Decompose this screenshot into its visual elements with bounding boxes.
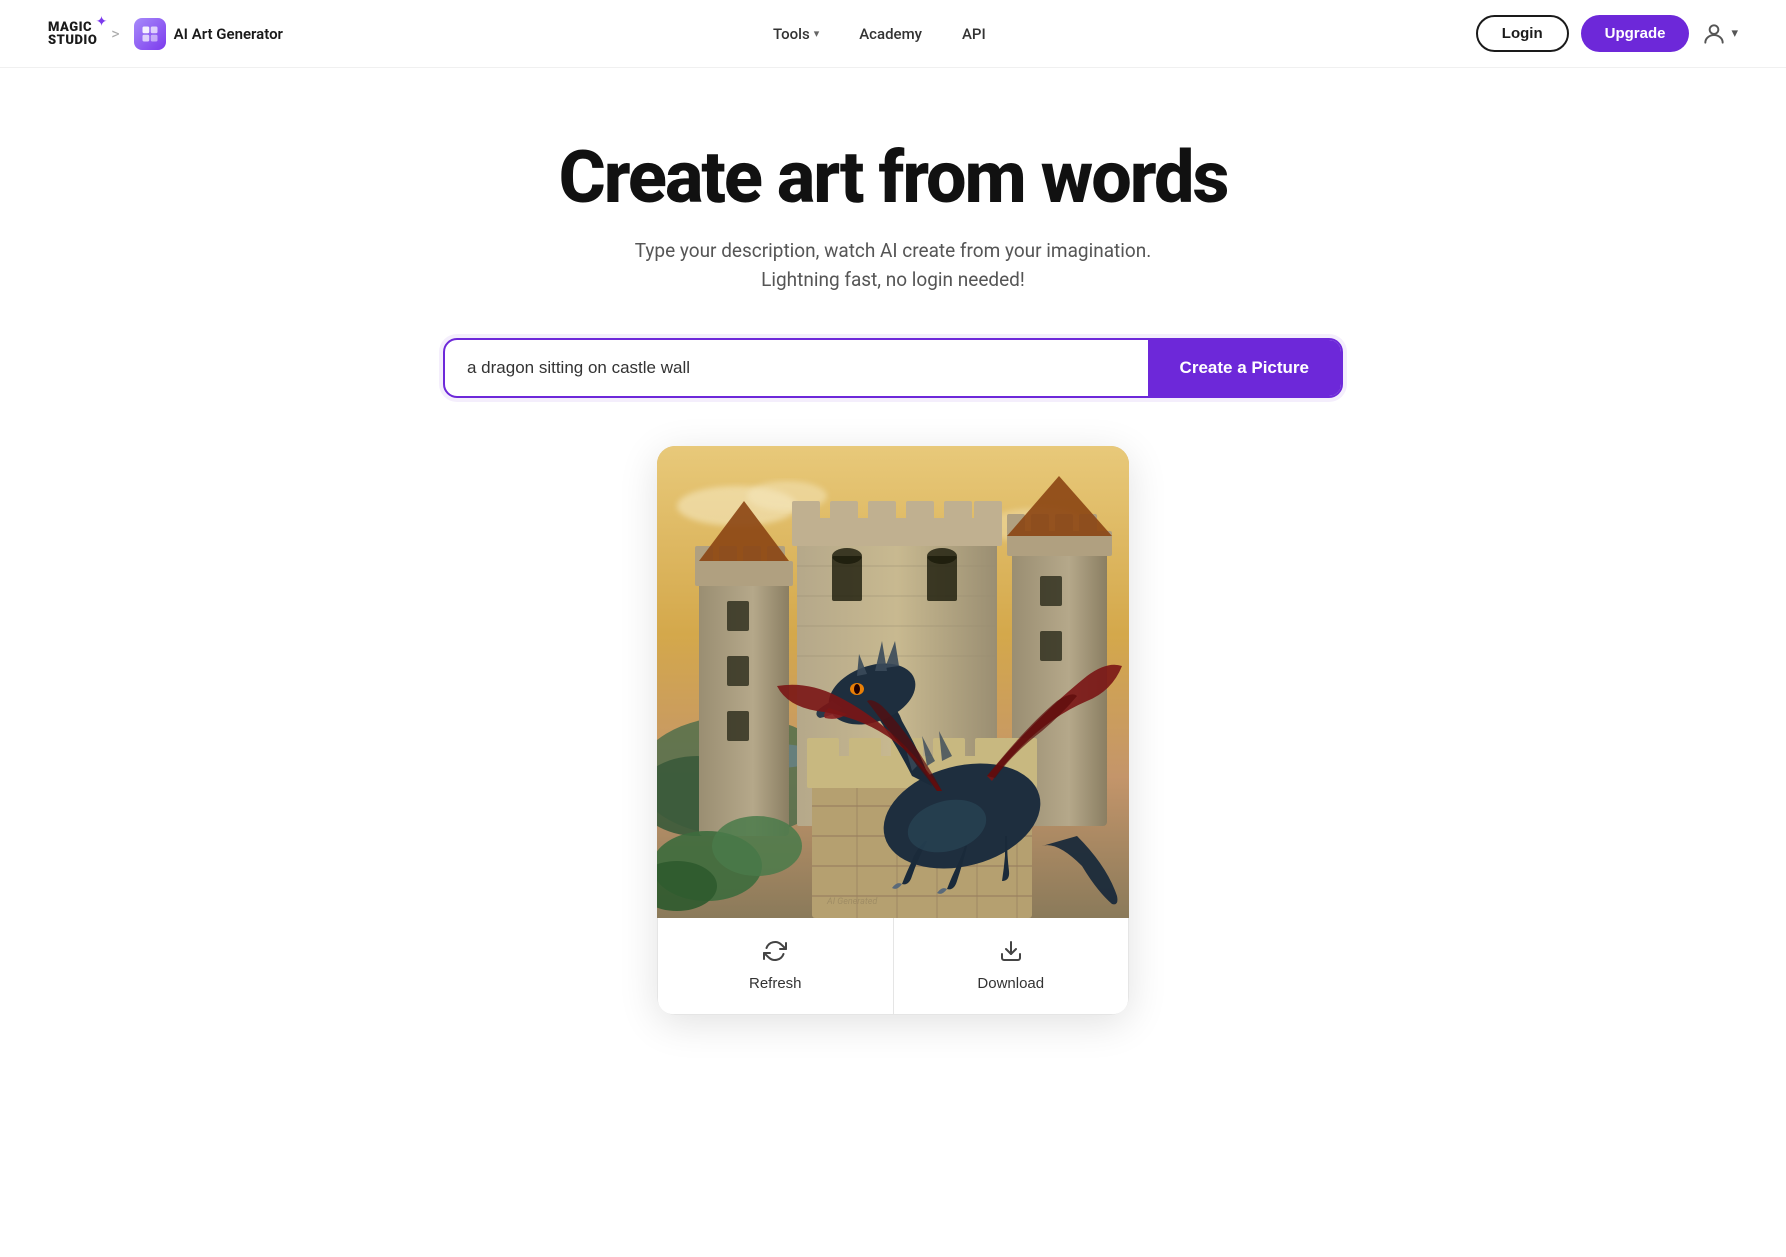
logo-text: MAGIC — [48, 21, 97, 34]
user-menu[interactable]: ▾ — [1701, 21, 1738, 47]
prompt-container: Create a Picture — [443, 338, 1343, 398]
create-picture-button[interactable]: Create a Picture — [1148, 340, 1341, 396]
action-buttons: Refresh Download — [657, 916, 1129, 1015]
upgrade-button[interactable]: Upgrade — [1581, 15, 1690, 52]
login-button[interactable]: Login — [1476, 15, 1569, 52]
chevron-down-icon: ▾ — [814, 27, 820, 40]
download-label: Download — [977, 975, 1044, 992]
page-subtitle: Type your description, watch AI create f… — [635, 237, 1151, 294]
tool-icon — [134, 18, 166, 50]
download-icon — [999, 939, 1023, 969]
nav-tools[interactable]: Tools ▾ — [757, 17, 835, 51]
main-content: Create art from words Type your descript… — [0, 68, 1786, 1015]
refresh-button[interactable]: Refresh — [658, 917, 894, 1014]
logo-star-icon: ✦ — [96, 15, 108, 29]
generated-image-wrapper: AI Generated Refresh — [657, 446, 1129, 1015]
header-left: MAGIC STUDIO ✦ > AI Art Generator — [48, 18, 283, 50]
refresh-label: Refresh — [749, 975, 802, 992]
logo[interactable]: MAGIC STUDIO ✦ — [48, 21, 97, 47]
user-chevron-icon: ▾ — [1731, 26, 1738, 41]
tool-name: AI Art Generator — [174, 25, 283, 43]
svg-text:AI Generated: AI Generated — [826, 897, 878, 907]
page-title: Create art from words — [559, 138, 1228, 217]
nav-academy[interactable]: Academy — [843, 17, 938, 51]
main-nav: Tools ▾ Academy API — [757, 17, 1002, 51]
tool-info: AI Art Generator — [134, 18, 283, 50]
logo-subtext: STUDIO — [48, 34, 97, 47]
refresh-icon — [763, 939, 787, 969]
header-right: Login Upgrade ▾ — [1476, 15, 1738, 52]
breadcrumb-separator: > — [111, 24, 119, 43]
download-button[interactable]: Download — [894, 917, 1129, 1014]
nav-api[interactable]: API — [946, 17, 1002, 51]
header: MAGIC STUDIO ✦ > AI Art Generator Tools … — [0, 0, 1786, 68]
prompt-input[interactable] — [445, 340, 1148, 396]
generated-image: AI Generated — [657, 446, 1129, 918]
